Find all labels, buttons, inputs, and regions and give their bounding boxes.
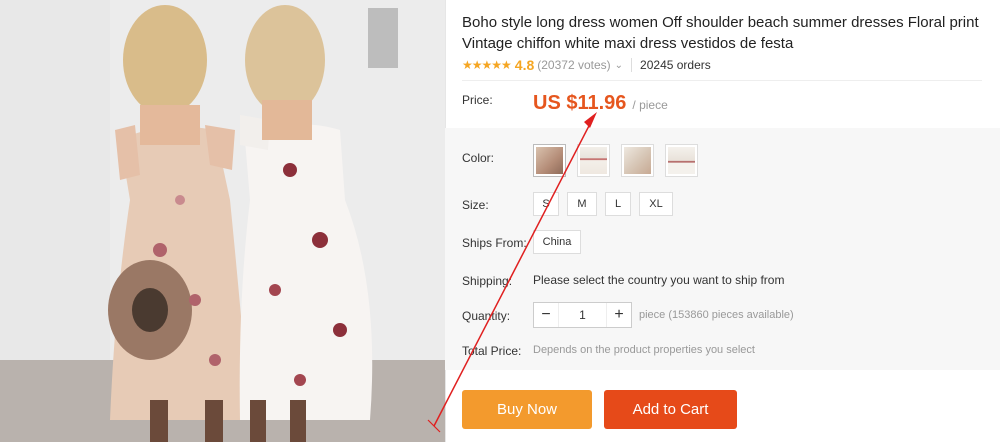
color-swatch-1[interactable] xyxy=(533,144,566,177)
star-rating-icon: ★★★★★ xyxy=(462,58,512,72)
product-options-panel xyxy=(445,128,1000,370)
product-info-panel: Boho style long dress women Off shoulder… xyxy=(445,0,1000,442)
quantity-availability: piece (153860 pieces available) xyxy=(639,309,794,321)
quantity-minus-button[interactable]: − xyxy=(534,303,558,327)
swatch-image xyxy=(624,147,651,174)
color-label: Color: xyxy=(462,151,495,165)
chevron-down-icon[interactable]: ⌄ xyxy=(615,60,623,71)
total-price-label: Total Price: xyxy=(462,344,522,358)
color-swatch-2[interactable] xyxy=(577,144,610,177)
shipping-text: Please select the country you want to sh… xyxy=(533,273,785,287)
votes-count-link[interactable]: (20372 votes) xyxy=(537,58,610,72)
quantity-label: Quantity: xyxy=(462,309,511,323)
price-value: US $11.96 xyxy=(533,92,627,114)
swatch-image xyxy=(668,147,695,174)
swatch-image xyxy=(580,147,607,174)
price-unit: / piece xyxy=(632,98,668,112)
add-to-cart-button[interactable]: Add to Cart xyxy=(604,390,737,429)
size-option-l[interactable]: L xyxy=(605,192,631,216)
size-option-s[interactable]: S xyxy=(533,192,559,216)
quantity-plus-button[interactable]: + xyxy=(607,303,631,327)
quantity-stepper: − 1 + xyxy=(533,302,632,328)
ships-from-label: Ships From: xyxy=(462,236,527,250)
rating-score: 4.8 xyxy=(514,57,535,73)
shipping-label: Shipping: xyxy=(462,274,513,288)
product-title: Boho style long dress women Off shoulder… xyxy=(462,14,979,52)
size-option-m[interactable]: M xyxy=(567,192,597,216)
product-image[interactable] xyxy=(0,0,446,442)
price-label: Price: xyxy=(462,93,493,107)
total-price-text: Depends on the product properties you se… xyxy=(533,344,755,356)
size-label: Size: xyxy=(462,198,489,212)
rating-row: ★★★★★ 4.8 (20372 votes) ⌄ 20245 orders xyxy=(462,56,711,74)
divider xyxy=(462,80,982,81)
price: US $11.96 / piece xyxy=(533,92,668,115)
size-option-xl[interactable]: XL xyxy=(639,192,673,216)
divider xyxy=(631,58,633,72)
buy-now-button[interactable]: Buy Now xyxy=(462,390,592,429)
orders-count: 20245 orders xyxy=(640,58,711,72)
color-swatch-4[interactable] xyxy=(665,144,698,177)
product-photo-illustration xyxy=(0,0,445,442)
ships-from-china-option[interactable]: China xyxy=(533,230,581,254)
color-swatch-3[interactable] xyxy=(621,144,654,177)
swatch-image xyxy=(536,147,563,174)
quantity-input[interactable]: 1 xyxy=(558,303,607,327)
